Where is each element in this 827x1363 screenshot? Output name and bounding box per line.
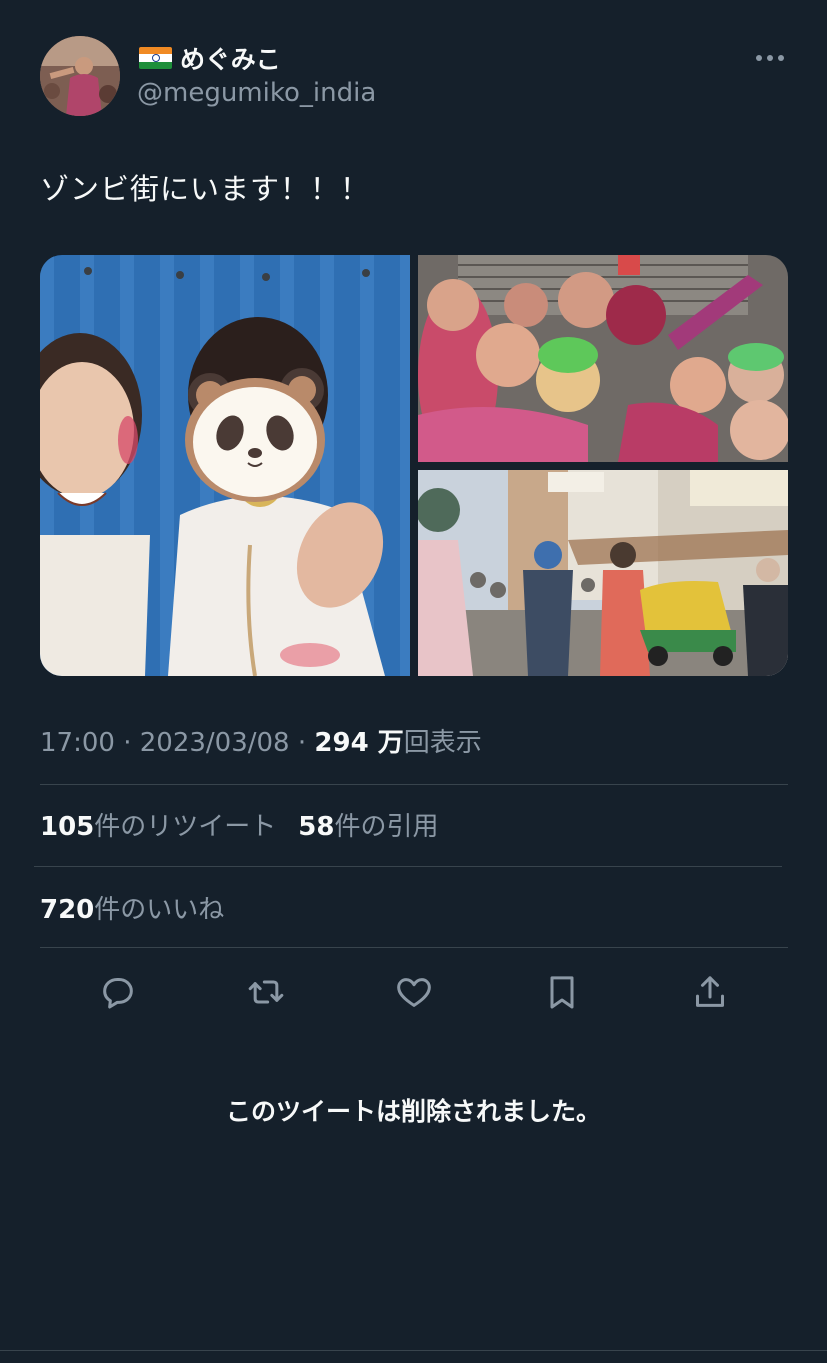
tweet-action-bar bbox=[0, 970, 827, 1014]
avatar[interactable] bbox=[40, 36, 120, 116]
tweet-photo-2[interactable] bbox=[418, 255, 788, 462]
divider bbox=[0, 1350, 827, 1351]
reply-icon[interactable] bbox=[96, 970, 140, 1014]
quotes-label: 件の引用 bbox=[334, 812, 439, 842]
retweets-label: 件のリツイート bbox=[94, 812, 277, 842]
tweet-photo-1[interactable] bbox=[40, 255, 410, 676]
avatar-photo bbox=[40, 36, 120, 116]
meta-separator: · bbox=[289, 728, 315, 758]
likes-stat[interactable]: 720件のいいね bbox=[40, 889, 224, 926]
more-options-icon[interactable] bbox=[752, 46, 788, 70]
meta-separator: · bbox=[114, 728, 140, 758]
tweet-meta: 17:00 · 2023/03/08 · 294 万回表示 bbox=[40, 722, 482, 759]
user-name-row[interactable]: めぐみこ bbox=[139, 40, 281, 76]
views-count: 294 万 bbox=[314, 728, 404, 758]
likes-count: 720 bbox=[40, 895, 95, 925]
bookmark-icon[interactable] bbox=[540, 970, 584, 1014]
likes-label: 件のいいね bbox=[94, 895, 225, 925]
tweet-text: ゾンビ街にいます！！！ bbox=[40, 172, 371, 206]
share-icon[interactable] bbox=[688, 970, 732, 1014]
user-handle[interactable]: @megumiko_india bbox=[137, 78, 376, 108]
tweet-photo-3[interactable] bbox=[418, 470, 788, 676]
divider bbox=[40, 784, 788, 785]
deleted-tweet-notice: このツイートは削除されました。 bbox=[225, 1097, 601, 1126]
retweet-quote-stats: 105件のリツイート 58件の引用 bbox=[40, 806, 439, 843]
divider bbox=[34, 866, 782, 867]
quotes-count: 58 bbox=[298, 812, 335, 842]
media-grid bbox=[40, 255, 788, 676]
tweet-time[interactable]: 17:00 bbox=[40, 728, 115, 758]
retweet-icon[interactable] bbox=[244, 970, 288, 1014]
display-name[interactable]: めぐみこ bbox=[180, 40, 281, 76]
divider bbox=[40, 947, 788, 948]
retweets-count: 105 bbox=[40, 812, 95, 842]
tweet-date[interactable]: 2023/03/08 bbox=[140, 728, 290, 758]
like-icon[interactable] bbox=[392, 970, 436, 1014]
retweets-stat[interactable]: 105件のリツイート bbox=[40, 812, 276, 842]
india-flag-icon bbox=[139, 47, 172, 69]
views-label: 回表示 bbox=[403, 728, 482, 758]
quotes-stat[interactable]: 58件の引用 bbox=[298, 812, 438, 842]
